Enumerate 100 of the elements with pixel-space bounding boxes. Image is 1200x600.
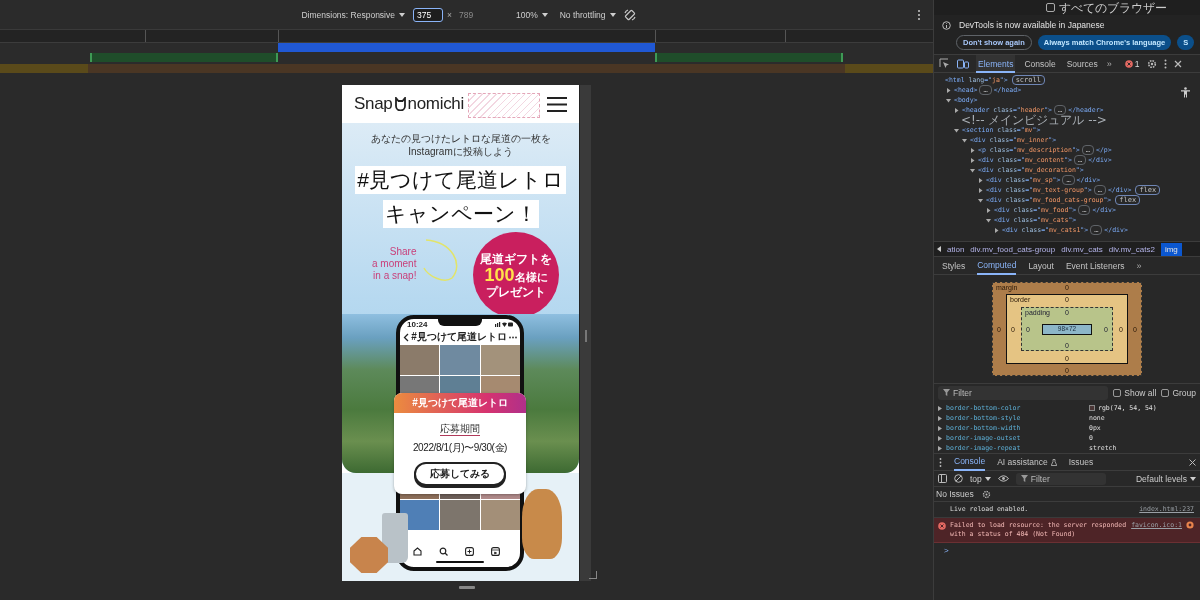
close-icon[interactable] [1173, 59, 1182, 68]
drawer-tab[interactable]: AI assistance [997, 454, 1057, 470]
expand-icon[interactable] [970, 167, 975, 173]
tagline-text: a moment [372, 258, 417, 270]
settings-icon[interactable] [1146, 58, 1157, 69]
logo-text[interactable]: nomichi [407, 94, 464, 114]
expand-icon[interactable] [978, 177, 983, 183]
video-icon[interactable] [490, 546, 500, 556]
expand-icon[interactable] [978, 197, 983, 203]
breadcrumb[interactable]: img [1160, 242, 1182, 256]
logo-text[interactable]: Snap [354, 94, 393, 114]
resize-corner[interactable] [589, 571, 597, 579]
menu-icon[interactable] [547, 95, 567, 113]
device-select[interactable]: Dimensions: Responsive [297, 9, 409, 20]
device-toolbar-icon[interactable] [957, 58, 969, 69]
description-line: あなたの見つけたレトロな尾道の一枚を [370, 132, 551, 145]
home-icon[interactable] [412, 546, 422, 556]
status-time: 10:24 [407, 319, 428, 329]
filter-field[interactable]: Filter [938, 385, 1109, 400]
accessibility-icon[interactable] [1181, 87, 1190, 98]
photo-placeholder [522, 489, 562, 559]
sidebar-tab[interactable]: Layout [1028, 257, 1054, 274]
error-icon [938, 522, 946, 530]
resize-handle[interactable] [579, 85, 591, 581]
zoom-select[interactable]: 100% [511, 9, 552, 20]
breadcrumb[interactable]: ation [947, 244, 965, 254]
more-icon[interactable] [917, 8, 921, 21]
campaign-title: #見つけて尾道レトロ [355, 166, 566, 194]
throttling-select[interactable]: No throttling [555, 9, 620, 20]
expand-icon[interactable] [970, 147, 975, 153]
expand-icon[interactable] [986, 207, 991, 213]
info-icon [942, 20, 951, 30]
description-line: Instagramに投稿しよう [408, 145, 513, 158]
more-icon[interactable] [1163, 58, 1167, 69]
error-count[interactable]: 1 [1134, 58, 1140, 69]
sidebar-tab[interactable]: Styles [942, 257, 966, 274]
rotate-icon[interactable] [623, 8, 636, 21]
ai-help-icon[interactable] [1186, 521, 1194, 529]
sidebar-icon[interactable] [938, 474, 947, 483]
settings-icon[interactable] [981, 489, 991, 499]
breadcrumb[interactable]: div.mv_cats2 [1108, 244, 1155, 254]
card-title: #見つけて尾道レトロ [394, 393, 526, 413]
expand-icon[interactable] [986, 217, 991, 223]
gift-count: 100 [484, 265, 515, 285]
search-icon[interactable] [438, 546, 448, 556]
checkbox[interactable] [1161, 388, 1170, 397]
expand-icon[interactable] [978, 187, 983, 193]
campaign-title: キャンペーン！ [382, 200, 539, 228]
expand-icon[interactable] [970, 157, 975, 163]
dom-node[interactable]: <!-- メインビジュアル --> [961, 113, 1107, 127]
width-input[interactable]: 375 [413, 7, 443, 22]
breadcrumb[interactable]: div.mv_food_cats-group [970, 244, 1056, 254]
scroll-left-icon[interactable] [937, 246, 941, 252]
color-swatch[interactable] [1089, 405, 1095, 411]
apply-button[interactable]: 応募してみる [414, 462, 506, 486]
caret-icon [399, 12, 405, 17]
checkbox[interactable] [1113, 388, 1122, 397]
period-label: 応募期間 [440, 422, 480, 436]
clear-icon[interactable] [954, 474, 963, 483]
breadcrumb[interactable]: div.mv_cats [1061, 244, 1103, 254]
drawer-tab[interactable]: Console [954, 453, 986, 471]
console-prompt[interactable]: > [934, 543, 1200, 558]
more-tabs-button[interactable]: » [1136, 260, 1142, 271]
gift-text: 名様に [514, 270, 548, 285]
expand-icon[interactable] [946, 87, 951, 93]
panel-tab[interactable]: Console [1022, 54, 1058, 73]
back-icon[interactable] [403, 332, 409, 342]
more-icon[interactable] [939, 457, 942, 467]
expand-icon[interactable] [954, 107, 959, 113]
close-icon[interactable] [1189, 458, 1196, 466]
resize-handle[interactable] [458, 586, 475, 589]
context-select[interactable]: top [970, 473, 991, 484]
checkbox-label[interactable]: Group [1172, 387, 1196, 398]
inspect-icon[interactable] [939, 58, 950, 69]
more-tabs-button[interactable]: » [1106, 58, 1112, 69]
issues-status: No Issues [936, 489, 974, 499]
drawer-tab[interactable]: Issues [1068, 454, 1094, 470]
media-query-bar[interactable] [90, 53, 278, 62]
checkbox-label[interactable]: Show all [1124, 387, 1157, 398]
media-query-bar[interactable] [655, 53, 843, 62]
caret-icon [541, 12, 548, 17]
checkbox-icon[interactable] [1046, 3, 1055, 12]
filter-icon [1020, 475, 1028, 482]
notice-text: DevTools is now available in Japanese [959, 20, 1105, 30]
sidebar-tab[interactable]: Event Listeners [1065, 257, 1125, 274]
expand-icon[interactable] [946, 97, 951, 103]
flask-icon [1050, 458, 1057, 466]
filter-field[interactable]: Filter [1015, 472, 1106, 485]
add-icon[interactable] [464, 546, 474, 556]
expand-icon[interactable] [994, 227, 999, 233]
panel-tab[interactable]: Sources [1064, 54, 1100, 73]
sidebar-tab[interactable]: Computed [977, 256, 1017, 275]
caret-icon [609, 12, 616, 17]
tagline-text: Share [389, 246, 417, 258]
expand-icon[interactable] [954, 127, 959, 133]
expand-icon[interactable] [962, 137, 967, 143]
eye-icon[interactable] [997, 475, 1009, 482]
caret-icon [1190, 476, 1196, 481]
levels-select[interactable]: Default levels [1135, 473, 1196, 484]
more-icon[interactable] [509, 335, 517, 339]
